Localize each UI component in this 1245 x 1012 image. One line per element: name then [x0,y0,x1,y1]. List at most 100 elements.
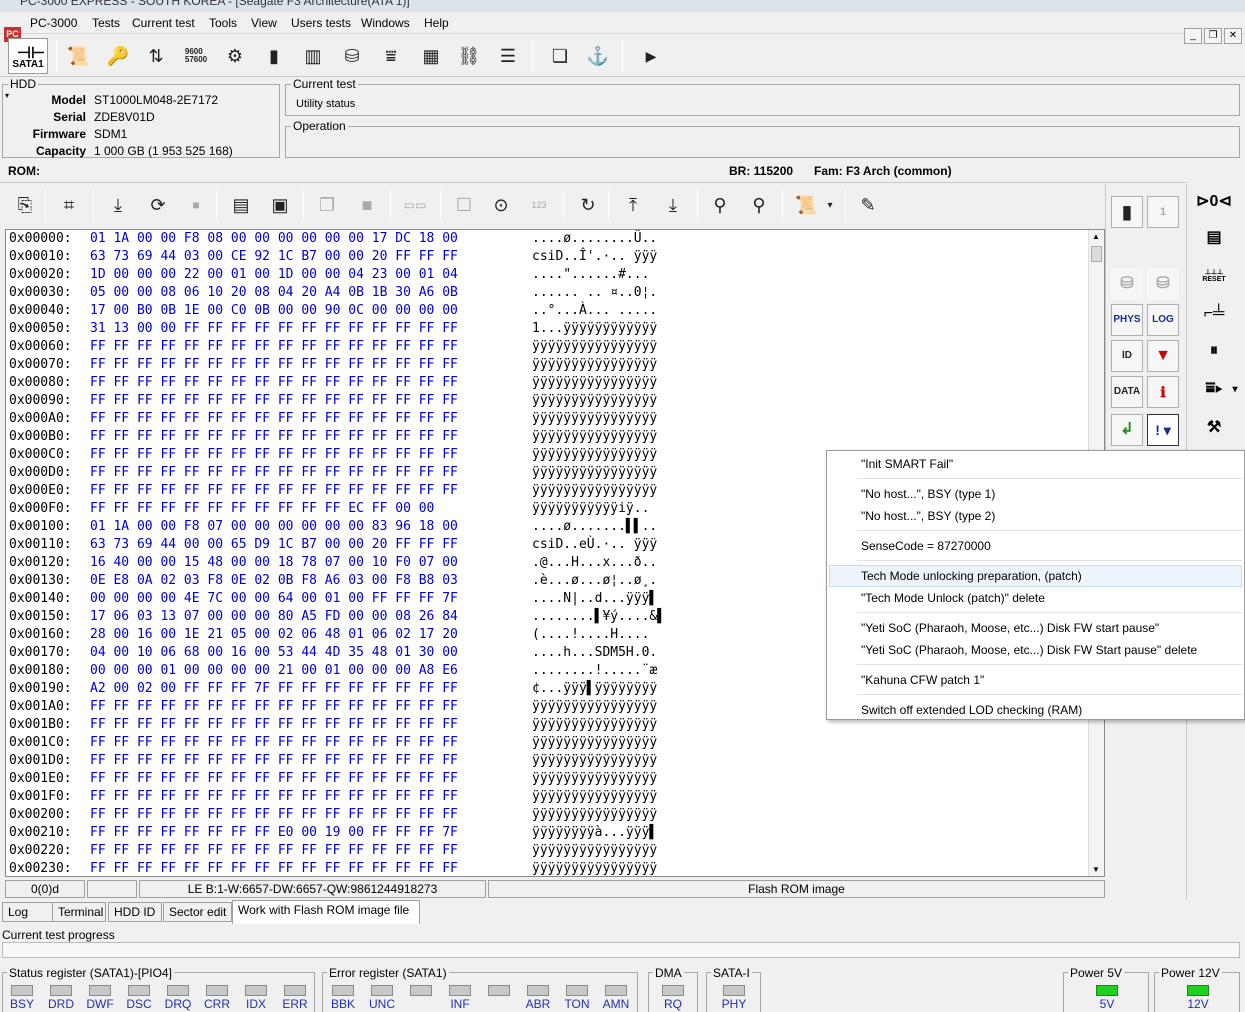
hex-ascii[interactable]: ÿÿÿÿÿÿÿÿÿÿÿÿÿÿÿÿ [532,860,657,876]
hex-bytes[interactable]: 0E E8 0A 02 03 F8 0E 02 0B F8 A6 03 00 F… [90,572,458,590]
menu-tests[interactable]: Tests [92,16,120,30]
hex-bytes[interactable]: FF FF FF FF FF FF FF FF FF FF FF FF FF F… [90,446,458,464]
hex-bytes[interactable]: FF FF FF FF FF FF FF FF FF FF FF FF FF F… [90,482,458,500]
hex-ascii[interactable]: csiD..Î'.·.. ÿÿÿ [532,248,657,266]
hex-row[interactable]: 0x00170: 04 00 10 06 68 00 16 00 53 44 4D… [9,644,657,662]
patch-menu-button[interactable]: ! ▾ [1147,414,1179,446]
log-button[interactable]: LOG [1147,304,1179,336]
hex-ascii[interactable]: ÿÿÿÿÿÿÿÿÿÿÿÿÿÿÿÿ [532,482,657,500]
hex-row[interactable]: 0x000A0: FF FF FF FF FF FF FF FF FF FF FF… [9,410,657,428]
menu-tech-mode-prep[interactable]: Tech Mode unlocking preparation, (patch) [861,569,1082,583]
load-icon[interactable]: ⤓ [103,190,133,220]
hex-row[interactable]: 0x001B0: FF FF FF FF FF FF FF FF FF FF FF… [9,716,657,734]
hex-ascii[interactable]: ÿÿÿÿÿÿÿÿÿÿÿÿÿÿÿÿ [532,356,657,374]
hex-ascii[interactable]: ...."......#... [532,266,649,284]
hex-row[interactable]: 0x00140: 00 00 00 00 4E 7C 00 00 64 00 01… [9,590,657,608]
controller-icon[interactable]: ▤ [1196,222,1232,252]
hex-row[interactable]: 0x00100: 01 1A 00 00 F8 07 00 00 00 00 00… [9,518,657,536]
hex-ascii[interactable]: ÿÿÿÿÿÿÿÿÿÿÿÿÿÿÿÿ [532,374,657,392]
hex-row[interactable]: 0x00230: FF FF FF FF FF FF FF FF FF FF FF… [9,860,657,876]
hex-ascii[interactable]: ÿÿÿÿÿÿÿÿÿÿÿÿÿÿÿÿ [532,410,657,428]
phys-button[interactable]: PHYS [1111,304,1143,336]
refresh-icon[interactable]: ⟳ [143,190,173,220]
page-up-icon[interactable]: ⤒ [618,190,648,220]
hex-bytes[interactable]: FF FF FF FF FF FF FF FF FF FF FF FF FF F… [90,338,458,356]
hex-bytes[interactable]: 63 73 69 44 03 00 CE 92 1C B7 00 00 20 F… [90,248,458,266]
list-icon[interactable]: ☰ [493,41,523,71]
hex-ascii[interactable]: 1...ÿÿÿÿÿÿÿÿÿÿÿÿ [532,320,657,338]
menu-yeti-start-pause-delete[interactable]: "Yeti SoC (Pharaoh, Moose, etc...) Disk … [861,643,1197,657]
reset-button[interactable]: ⊥⊥⊥ RESET [1196,260,1232,290]
hex-bytes[interactable]: FF FF FF FF FF FF FF FF FF FF FF FF FF F… [90,374,458,392]
copy-icon[interactable]: ❐ [312,190,342,220]
tab-terminal[interactable]: Terminal [52,902,106,922]
hex-bytes[interactable]: 16 40 00 00 15 48 00 00 18 78 07 00 10 F… [90,554,458,572]
hex-bytes[interactable]: 1D 00 00 00 22 00 01 00 1D 00 00 04 23 0… [90,266,458,284]
page-down-icon[interactable]: ⤓ [658,190,688,220]
menu-no-host-bsy-2[interactable]: "No host...", BSY (type 2) [861,509,995,523]
hex-bytes[interactable]: FF FF FF FF FF FF FF FF FF FF FF FF FF F… [90,770,458,788]
hex-ascii[interactable]: ....h...SDM5H.0. [532,644,657,662]
script-dropdown-icon[interactable]: ▾ [822,190,838,220]
hex-row[interactable]: 0x00070: FF FF FF FF FF FF FF FF FF FF FF… [9,356,657,374]
hex-row[interactable]: 0x00220: FF FF FF FF FF FF FF FF FF FF FF… [9,842,657,860]
heads-map-icon[interactable]: ▥ [298,41,328,71]
hex-row[interactable]: 0x00190: A2 00 02 00 FF FF FF 7F FF FF FF… [9,680,657,698]
hex-ascii[interactable]: ÿÿÿÿÿÿÿÿÿÿÿÿÿÿÿÿ [532,338,657,356]
scroll-thumb[interactable] [1091,246,1102,262]
step-icon[interactable]: ⩸▸ [1196,374,1232,404]
chip-icon[interactable]: ▮ [259,41,289,71]
new-page-icon[interactable]: ☐ [449,190,479,220]
hex-bytes[interactable]: FF FF FF FF FF FF FF FF FF FF FF FF FF F… [90,410,458,428]
hex-bytes[interactable]: FF FF FF FF FF FF FF FF FF FF FF FF FF F… [90,392,458,410]
hex-bytes[interactable]: 17 00 B0 0B 1E 00 C0 0B 00 00 90 0C 00 0… [90,302,458,320]
disk-read-icon[interactable]: ⛁ [1111,268,1143,300]
menu-tools[interactable]: Tools [209,16,237,30]
hex-row[interactable]: 0x00150: 17 06 03 13 07 00 00 00 80 A5 FD… [9,608,665,626]
disk-icon[interactable]: ⛁ [337,41,367,71]
hex-row[interactable]: 0x000E0: FF FF FF FF FF FF FF FF FF FF FF… [9,482,657,500]
hex-row[interactable]: 0x001A0: FF FF FF FF FF FF FF FF FF FF FF… [9,698,657,716]
compare-icon[interactable]: ▭▭ [400,190,430,220]
tree-icon[interactable]: ⛓ [454,41,484,71]
hex-bytes[interactable]: 31 13 00 00 FF FF FF FF FF FF FF FF FF F… [90,320,458,338]
counter-icon[interactable]: 123 [524,190,554,220]
hex-row[interactable]: 0x00160: 28 00 16 00 1E 21 05 00 02 06 48… [9,626,649,644]
hex-ascii[interactable]: ÿÿÿÿÿÿÿÿÿÿÿÿÿÿÿÿ [532,464,657,482]
hex-row[interactable]: 0x00120: 16 40 00 00 15 48 00 00 18 78 07… [9,554,657,572]
hex-ascii[interactable]: ÿÿÿÿÿÿÿÿà...ÿÿÿ▌ [532,824,657,842]
network-icon[interactable]: ⇅ [141,41,171,71]
ruler-down-icon[interactable]: ▼ [1147,340,1179,372]
hex-bytes[interactable]: FF FF FF FF FF FF FF FF FF FF FF FF FF F… [90,734,458,752]
menu-switch-off-lod[interactable]: Switch off extended LOD checking (RAM) [861,703,1082,717]
hex-bytes[interactable]: FF FF FF FF FF FF FF FF E0 00 19 00 FF F… [90,824,458,842]
hex-bytes[interactable]: FF FF FF FF FF FF FF FF FF FF FF FF FF F… [90,356,458,374]
hex-row[interactable]: 0x00210: FF FF FF FF FF FF FF FF E0 00 19… [9,824,657,842]
hex-bytes[interactable]: FF FF FF FF FF FF FF FF FF FF FF FF FF F… [90,428,458,446]
hex-ascii[interactable]: ÿÿÿÿÿÿÿÿÿÿÿÿÿÿÿÿ [532,752,657,770]
hex-bytes[interactable]: A2 00 02 00 FF FF FF 7F FF FF FF FF FF F… [90,680,458,698]
menu-users-tests[interactable]: Users tests [291,16,351,30]
hex-bytes[interactable]: 28 00 16 00 1E 21 05 00 02 06 48 01 06 0… [90,626,458,644]
hex-ascii[interactable]: ÿÿÿÿÿÿÿÿÿÿÿÿÿÿÿÿ [532,716,657,734]
hex-ascii[interactable]: ........!.....¨æ [532,662,657,680]
play-icon[interactable]: ▶ [636,41,666,71]
chip-button[interactable]: ▮ [1111,196,1143,228]
menu-windows[interactable]: Windows [361,16,410,30]
power-12v-led[interactable] [1187,985,1209,996]
hex-ascii[interactable]: ÿÿÿÿÿÿÿÿÿÿÿÿÿÿÿÿ [532,446,657,464]
hex-row[interactable]: 0x00090: FF FF FF FF FF FF FF FF FF FF FF… [9,392,657,410]
menu-tech-mode-delete[interactable]: "Tech Mode Unlock (patch)" delete [861,591,1045,605]
hex-ascii[interactable]: ..°...À... ..... [532,302,657,320]
format-icon[interactable]: ⩸ [376,41,406,71]
hex-bytes[interactable]: FF FF FF FF FF FF FF FF FF FF FF FF FF F… [90,716,458,734]
menu-init-smart-fail[interactable]: "Init SMART Fail" [861,457,953,471]
hex-ascii[interactable]: csiD..eÙ.·.. ÿÿÿ [532,536,657,554]
hex-row[interactable]: 0x00200: FF FF FF FF FF FF FF FF FF FF FF… [9,806,657,824]
hex-row[interactable]: 0x001F0: FF FF FF FF FF FF FF FF FF FF FF… [9,788,657,806]
menu-kahuna-cfw-patch[interactable]: "Kahuna CFW patch 1" [861,673,984,687]
hex-ascii[interactable]: ÿÿÿÿÿÿÿÿÿÿÿÿÿÿÿÿ [532,698,657,716]
hex-row[interactable]: 0x00080: FF FF FF FF FF FF FF FF FF FF FF… [9,374,657,392]
hex-row[interactable]: 0x00020: 1D 00 00 00 22 00 01 00 1D 00 00… [9,266,649,284]
hex-bytes[interactable]: 01 1A 00 00 F8 08 00 00 00 00 00 00 17 D… [90,230,458,248]
